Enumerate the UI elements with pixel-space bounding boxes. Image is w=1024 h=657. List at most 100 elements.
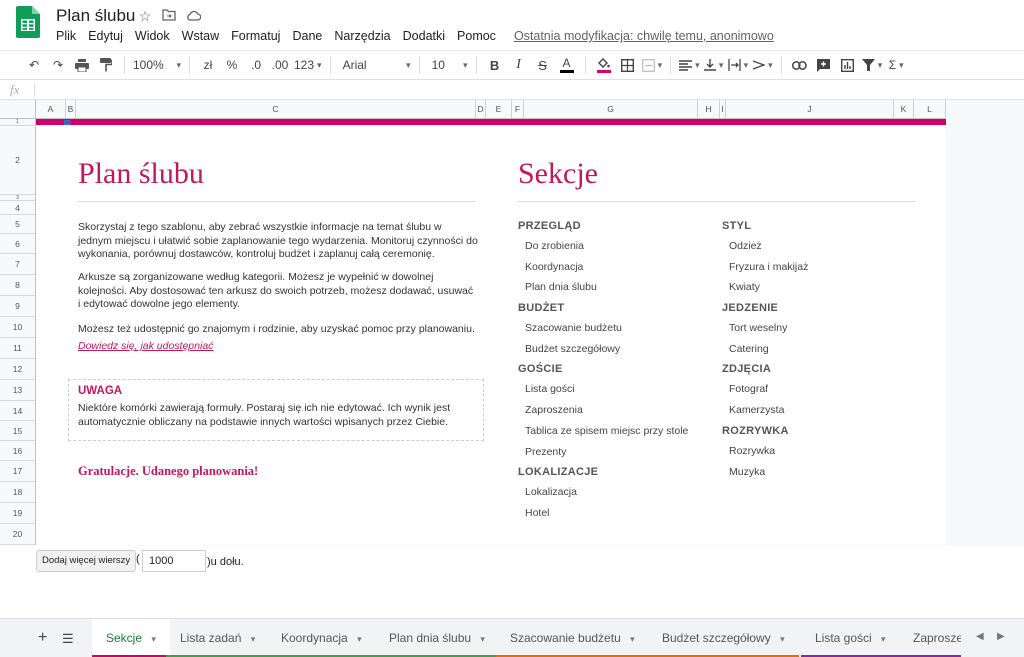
add-sheet-icon[interactable]: + (38, 629, 47, 647)
column-header[interactable]: H (698, 100, 720, 119)
share-help-link[interactable]: Dowiedz się, jak udostępniać (78, 340, 213, 352)
row-header[interactable]: 18 (0, 482, 36, 503)
insert-link-icon[interactable] (790, 54, 810, 76)
section-link[interactable]: Tablica ze spisem miejsc przy stole (518, 421, 718, 442)
select-all-corner[interactable] (0, 100, 36, 119)
font-select[interactable]: Arial (339, 54, 411, 76)
scroll-tabs-right-icon[interactable]: ▶ (997, 631, 1005, 642)
star-icon[interactable]: ☆ (137, 8, 153, 24)
row-header[interactable]: 1 (0, 119, 36, 126)
row-header[interactable]: 17 (0, 461, 36, 482)
row-header[interactable]: 6 (0, 234, 36, 254)
borders-icon[interactable] (618, 54, 638, 76)
row-header[interactable]: 12 (0, 359, 36, 380)
section-link[interactable]: Zaproszenia (518, 400, 718, 421)
row-header[interactable]: 19 (0, 503, 36, 524)
strikethrough-button[interactable]: S (533, 54, 553, 76)
tab-zaproszenia[interactable]: Zaprosze (899, 619, 961, 657)
row-header[interactable]: 4 (0, 201, 36, 215)
add-rows-button[interactable]: Dodaj więcej wierszy (36, 550, 137, 572)
column-header[interactable]: G (524, 100, 698, 119)
formula-bar[interactable]: fx (0, 80, 1024, 100)
print-icon[interactable] (72, 54, 92, 76)
row-header[interactable]: 10 (0, 317, 36, 338)
rows-count-input[interactable]: 1000 (142, 550, 206, 572)
tab-koordynacja[interactable]: Koordynacja (267, 619, 376, 657)
zoom-select[interactable]: 100% (133, 54, 181, 76)
functions-button[interactable]: Σ (886, 54, 906, 76)
tab-plan-dnia-slubu[interactable]: Plan dnia ślubu (375, 619, 499, 657)
merge-cells-icon[interactable] (641, 54, 663, 76)
row-header[interactable]: 14 (0, 401, 36, 421)
section-link[interactable]: Budżet szczegółowy (518, 339, 718, 360)
row-header[interactable]: 5 (0, 215, 36, 234)
horizontal-align-icon[interactable] (679, 54, 700, 76)
percent-format-button[interactable]: % (222, 54, 242, 76)
section-link[interactable]: Muzyka (722, 462, 922, 483)
currency-format-button[interactable]: zł (198, 54, 218, 76)
row-header[interactable]: 13 (0, 380, 36, 401)
section-link[interactable]: Do zrobienia (518, 236, 718, 257)
row-header[interactable]: 9 (0, 296, 36, 317)
selected-cell[interactable] (64, 120, 70, 125)
all-sheets-icon[interactable]: ☰ (62, 631, 74, 647)
menu-view[interactable]: Widok (129, 28, 176, 44)
tab-sekcje[interactable]: Sekcje (92, 619, 170, 657)
tab-budzet-szczegolowy[interactable]: Budżet szczegółowy (648, 619, 799, 657)
section-link[interactable]: Fryzura i makijaż (722, 257, 922, 278)
column-header[interactable]: E (486, 100, 512, 119)
tab-lista-zadan[interactable]: Lista zadań (166, 619, 270, 657)
fill-color-button[interactable] (594, 54, 614, 76)
menu-insert[interactable]: Wstaw (176, 28, 226, 44)
redo-icon[interactable]: ↷ (48, 54, 68, 76)
section-link[interactable]: Odzież (722, 236, 922, 257)
undo-icon[interactable]: ↶ (24, 54, 44, 76)
vertical-align-icon[interactable] (703, 54, 724, 76)
section-link[interactable]: Lista gości (518, 379, 718, 400)
text-wrap-icon[interactable] (727, 54, 749, 76)
row-header[interactable]: 16 (0, 441, 36, 461)
insert-chart-icon[interactable] (838, 54, 858, 76)
column-header[interactable]: A (36, 100, 66, 119)
insert-comment-icon[interactable] (814, 54, 834, 76)
tab-lista-gosci[interactable]: Lista gości (801, 619, 900, 657)
column-header[interactable]: K (894, 100, 914, 119)
section-link[interactable]: Kwiaty (722, 277, 922, 298)
last-edit-link[interactable]: Ostatnia modyfikacja: chwilę temu, anoni… (508, 28, 780, 44)
section-link[interactable]: Tort weselny (722, 318, 922, 339)
row-header[interactable]: 7 (0, 254, 36, 275)
row-header[interactable]: 15 (0, 421, 36, 441)
column-header[interactable]: C (76, 100, 476, 119)
row-header[interactable]: 2 (0, 126, 36, 195)
tab-szacowanie-budzetu[interactable]: Szacowanie budżetu (496, 619, 649, 657)
move-folder-icon[interactable] (161, 8, 177, 24)
row-header[interactable]: 20 (0, 524, 36, 545)
row-header[interactable]: 8 (0, 275, 36, 296)
section-link[interactable]: Szacowanie budżetu (518, 318, 718, 339)
section-link[interactable]: Hotel (518, 503, 718, 524)
column-header[interactable]: L (914, 100, 946, 119)
column-header[interactable]: J (726, 100, 894, 119)
bold-button[interactable]: B (485, 54, 505, 76)
column-header[interactable]: F (512, 100, 524, 119)
row-header[interactable]: 11 (0, 338, 36, 359)
column-header[interactable]: D (476, 100, 486, 119)
number-format-select[interactable]: 123 (294, 54, 322, 76)
document-title[interactable]: Plan ślubu (56, 6, 135, 26)
section-link[interactable]: Lokalizacja (518, 482, 718, 503)
section-link[interactable]: Prezenty (518, 442, 718, 463)
section-link[interactable]: Koordynacja (518, 257, 718, 278)
filter-icon[interactable] (861, 54, 883, 76)
column-header[interactable]: B (66, 100, 76, 119)
cloud-status-icon[interactable] (185, 8, 201, 24)
menu-help[interactable]: Pomoc (451, 28, 502, 44)
text-rotation-icon[interactable] (752, 54, 773, 76)
section-link[interactable]: Plan dnia ślubu (518, 277, 718, 298)
menu-edit[interactable]: Edytuj (82, 28, 129, 44)
text-color-button[interactable]: A (557, 54, 577, 76)
paint-format-icon[interactable] (96, 54, 116, 76)
scroll-tabs-left-icon[interactable]: ◀ (976, 631, 984, 642)
increase-decimals-button[interactable]: .00 (270, 54, 290, 76)
menu-tools[interactable]: Narzędzia (328, 28, 396, 44)
section-link[interactable]: Fotograf (722, 379, 922, 400)
